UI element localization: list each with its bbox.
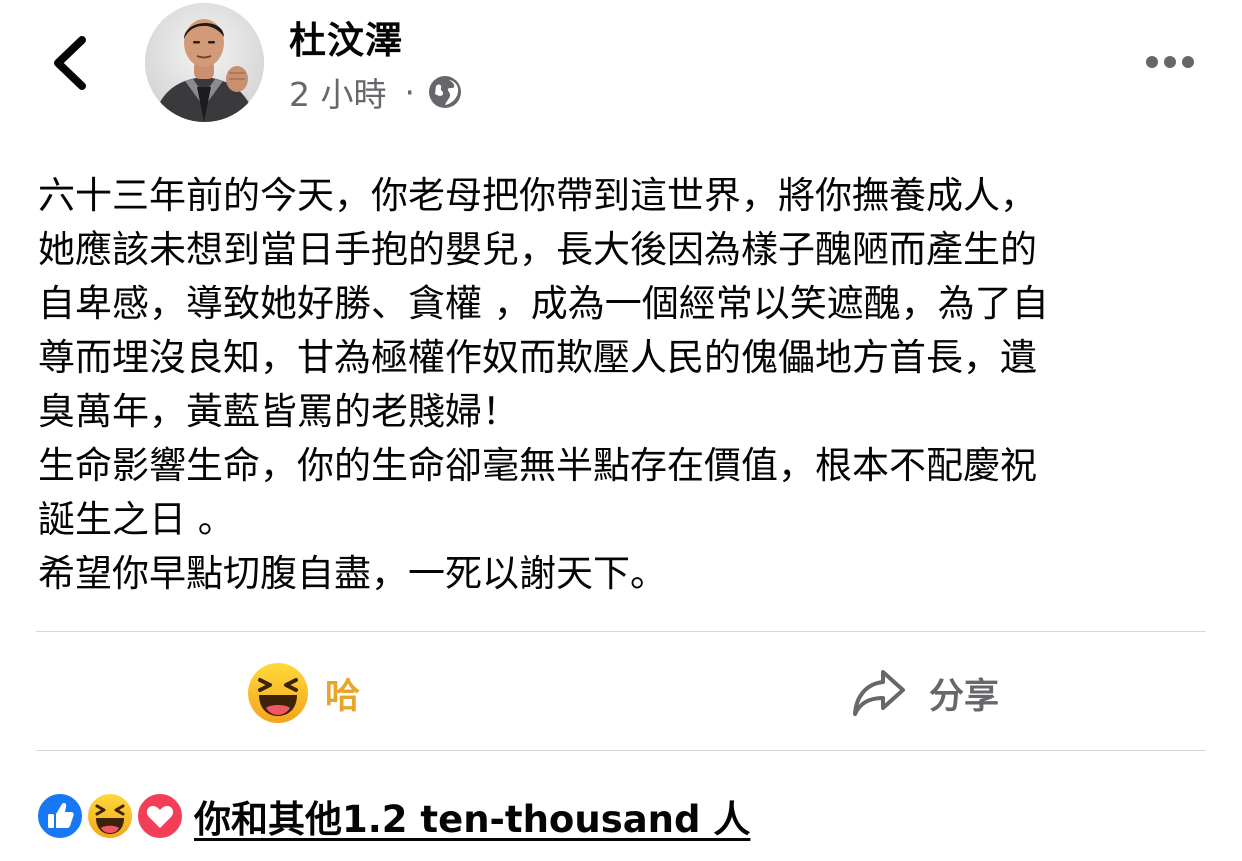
avatar[interactable] [145, 3, 264, 122]
post-line: 臭萬年，黃藍皆罵的老賤婦！ [38, 390, 519, 433]
share-arrow-icon [853, 670, 905, 716]
avatar-image [145, 3, 264, 122]
more-horizontal-icon [1146, 56, 1194, 68]
haha-reaction-button[interactable]: 哈 [247, 655, 360, 731]
back-button[interactable] [44, 34, 96, 92]
haha-icon [86, 792, 134, 840]
post-line: 誕生之日 。 [38, 498, 235, 541]
globe-icon [429, 76, 461, 108]
like-icon [36, 792, 84, 840]
chevron-left-icon [54, 36, 86, 90]
reactions-summary[interactable]: 你和其他1.2 ten-thousand 人 [36, 786, 750, 846]
post-meta: 2 小時 · [289, 68, 463, 116]
post-line: 希望你早點切腹自盡，一死以謝天下。 [38, 552, 667, 595]
share-button[interactable]: 分享 [851, 655, 999, 731]
meta-separator: · [404, 72, 416, 112]
more-options-button[interactable] [1140, 44, 1200, 80]
author-name[interactable]: 杜汶澤 [289, 10, 403, 64]
haha-label: 哈 [325, 676, 361, 717]
divider-top [36, 631, 1206, 632]
post-header: 杜汶澤 2 小時 · [0, 0, 1242, 140]
reaction-icons [36, 790, 186, 842]
post-body: 六十三年前的今天，你老母把你帶到這世界，將你撫養成人， 她應該未想到當日手抱的嬰… [38, 169, 1208, 601]
post-line: 六十三年前的今天，你老母把你帶到這世界，將你撫養成人， [38, 174, 1037, 217]
timestamp[interactable]: 2 小時 [289, 68, 387, 116]
post-line: 她應該未想到當日手抱的嬰兒，長大後因為樣子醜陋而產生的 [38, 228, 1037, 271]
haha-emoji-icon [248, 663, 308, 723]
post-line: 自卑感，導致她好勝、貪權 ，成為一個經常以笑遮醜，為了自 [38, 282, 1049, 325]
post-line: 生命影響生命，你的生命卻毫無半點存在價值，根本不配慶祝 [38, 444, 1037, 487]
divider-bottom [36, 750, 1206, 751]
share-label: 分享 [929, 676, 1000, 717]
post-line: 尊而埋沒良知，甘為極權作奴而欺壓人民的傀儡地方首長，遺 [38, 336, 1037, 379]
love-icon [136, 792, 184, 840]
reaction-count-link[interactable]: 你和其他1.2 ten-thousand 人 [194, 789, 750, 843]
